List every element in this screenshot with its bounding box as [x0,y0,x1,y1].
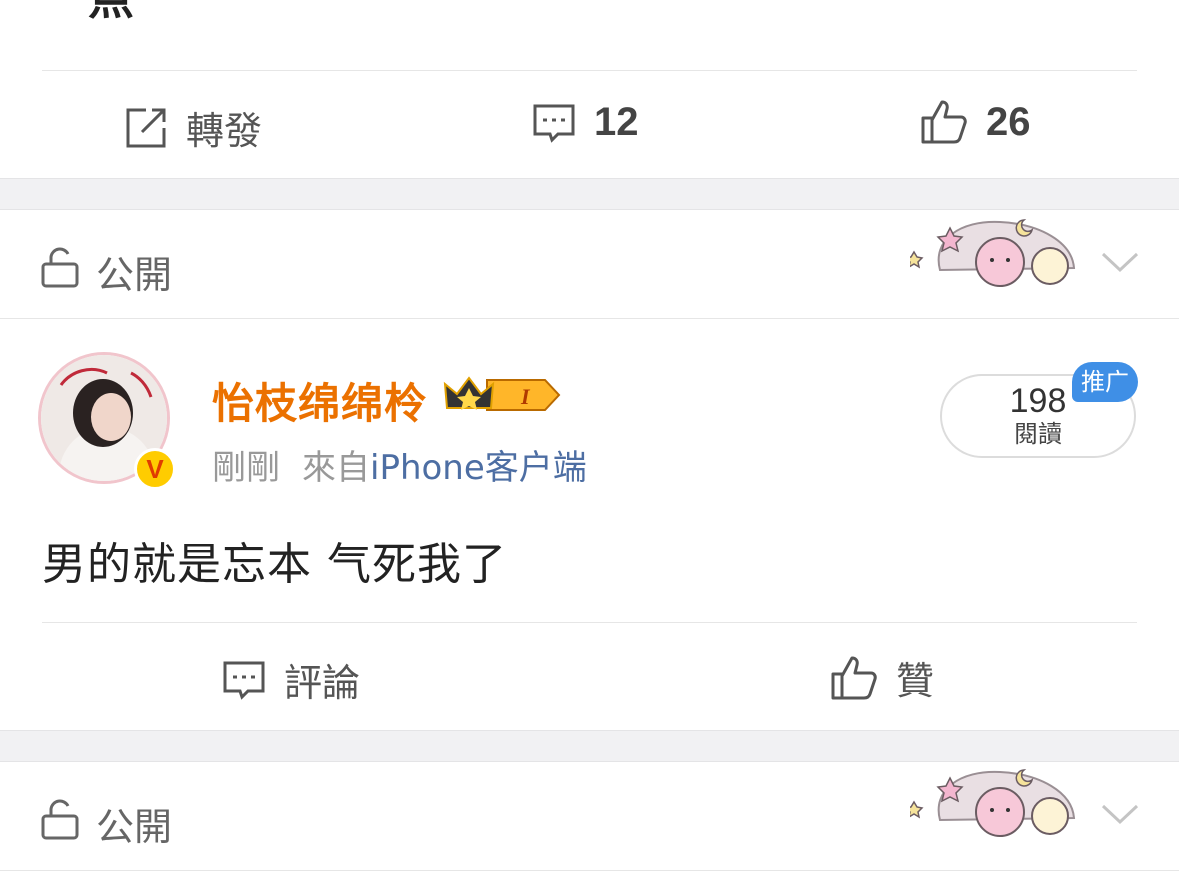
section-gap [0,730,1179,762]
reads-label: 閱讀 [1014,420,1062,448]
like-label: 贊 [896,659,935,703]
repost-label: 轉發 [186,109,263,153]
like-button[interactable]: 26 [920,98,1031,146]
member-crown-badge[interactable]: I [443,372,561,422]
avatar[interactable]: V [38,352,176,490]
repost-icon [124,106,168,150]
pink-clouds-sticker-icon [904,762,1090,844]
thumbs-up-icon [830,654,878,702]
visibility-label: 公開 [96,805,173,849]
comment-icon [532,101,576,145]
post-time: 剛剛 [212,448,280,488]
source-prefix: 來自 [302,448,370,488]
chevron-down-icon[interactable] [1101,250,1139,278]
member-badge-level: I [520,384,531,409]
visibility-indicator: 公開 [40,796,172,851]
divider [0,318,1179,319]
divider [42,70,1137,71]
pink-clouds-sticker-icon [904,212,1090,294]
unlock-icon [40,798,80,849]
visibility-label: 公開 [96,253,173,297]
visibility-indicator: 公開 [40,244,172,299]
post-meta: 剛剛 來自iPhone客户端 [212,440,587,489]
source-name[interactable]: iPhone客户端 [370,448,587,488]
thumbs-up-icon [920,98,968,146]
like-count: 26 [986,99,1031,144]
previous-post-text: 一点 [42,0,134,28]
comment-label: 評論 [284,661,361,705]
verified-badge-icon: V [134,448,176,490]
comment-icon [222,658,266,702]
divider [42,622,1137,623]
post-content: 男的就是忘本 气死我了 [42,539,507,590]
username[interactable]: 怡枝绵绵柃 [212,370,427,431]
divider [0,870,1179,871]
promote-badge[interactable]: 推广 [1072,362,1138,402]
comment-button[interactable]: 12 [532,100,639,145]
comment-count: 12 [594,100,639,144]
comment-button[interactable]: 評論 [222,652,360,707]
section-gap [0,178,1179,210]
like-button[interactable]: 贊 [830,650,934,705]
repost-button[interactable]: 轉發 [124,100,262,155]
unlock-icon [40,246,80,297]
chevron-down-icon[interactable] [1101,802,1139,830]
